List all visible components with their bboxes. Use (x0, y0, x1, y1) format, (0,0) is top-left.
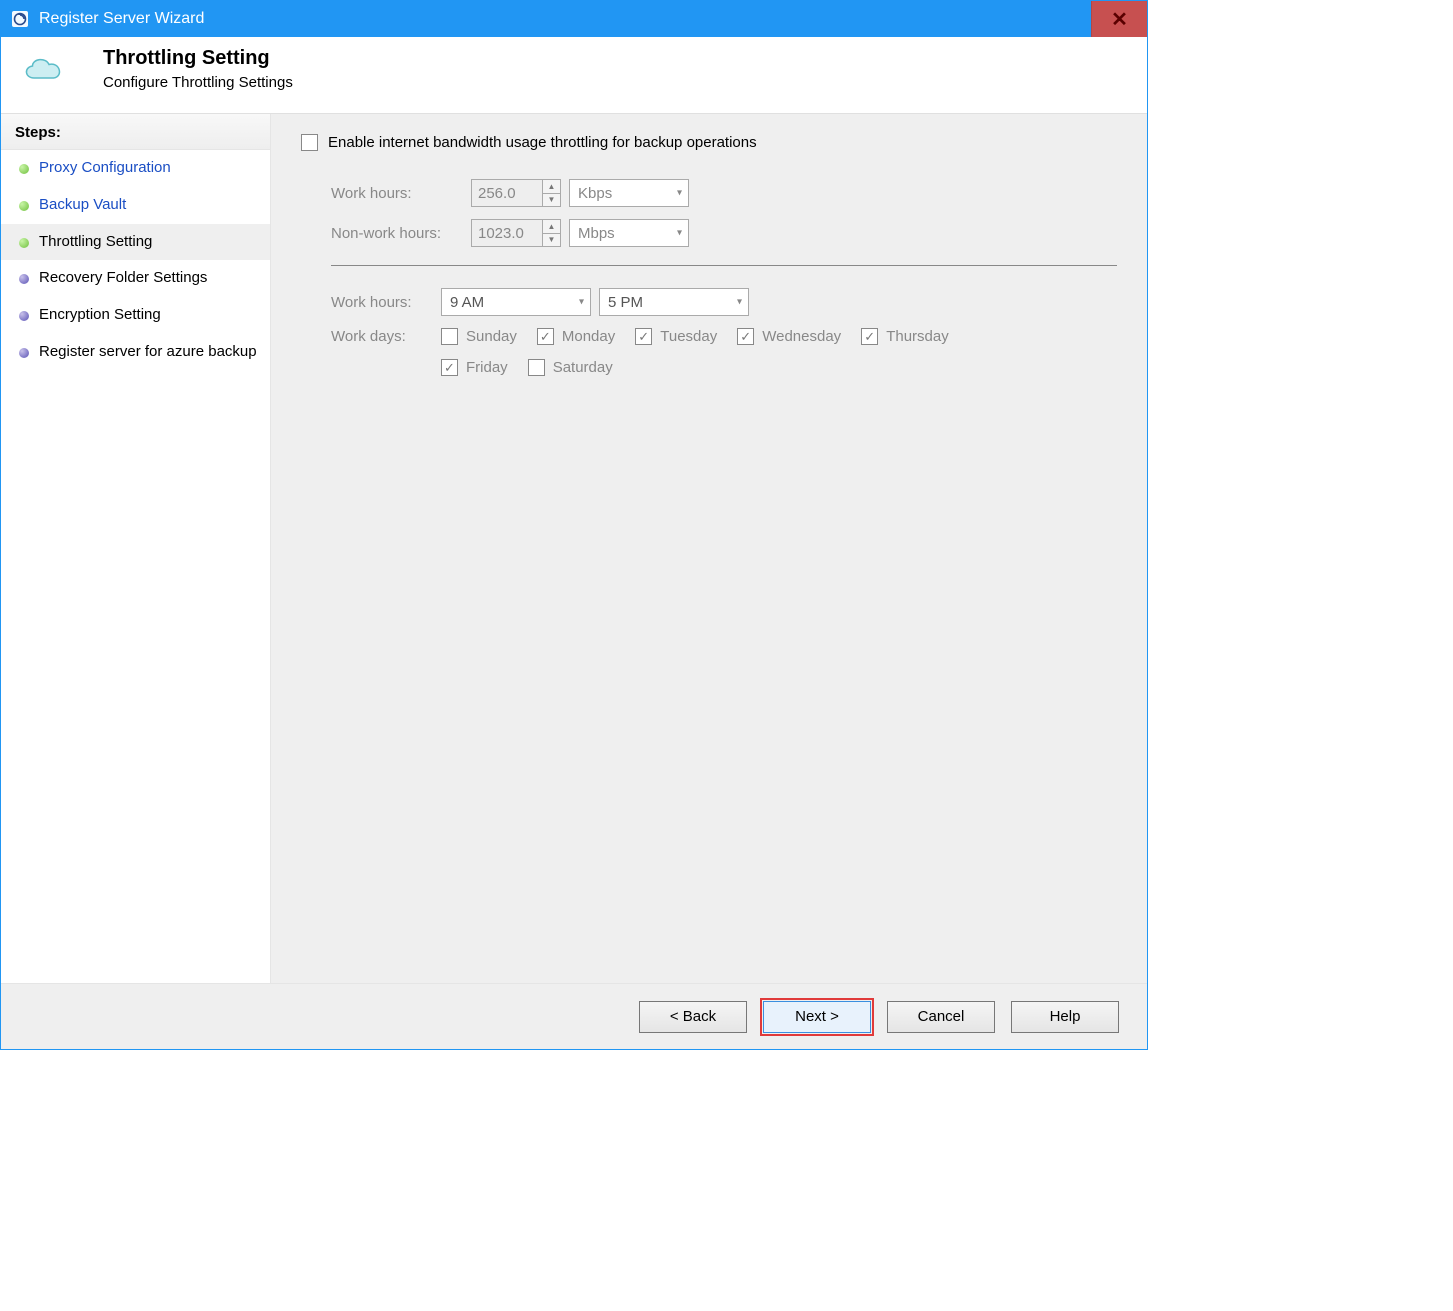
step-pending-icon (19, 274, 29, 284)
work-hours-bw-value: 256.0 (478, 185, 516, 202)
window-title: Register Server Wizard (39, 10, 1091, 28)
day-label: Monday (562, 328, 615, 345)
chevron-down-icon: ▾ (677, 228, 682, 239)
chevron-down-icon: ▾ (677, 188, 682, 199)
day-label: Sunday (466, 328, 517, 345)
step-label: Proxy Configuration (39, 159, 258, 178)
page-title: Throttling Setting (103, 47, 293, 70)
app-icon (11, 10, 29, 28)
title-bar: Register Server Wizard ✕ (1, 1, 1147, 37)
day-wednesday: Wednesday (737, 328, 841, 345)
spinner-icon[interactable]: ▲▼ (542, 220, 560, 246)
cloud-icon (19, 54, 67, 84)
work-hours-end-value: 5 PM (608, 294, 643, 311)
day-wednesday-checkbox[interactable] (737, 328, 754, 345)
day-friday: Friday (441, 359, 508, 376)
step-label: Recovery Folder Settings (39, 269, 258, 288)
work-hours-end-select[interactable]: 5 PM ▾ (599, 288, 749, 316)
day-tuesday-checkbox[interactable] (635, 328, 652, 345)
page-subtitle: Configure Throttling Settings (103, 74, 293, 91)
step-label: Throttling Setting (39, 233, 258, 252)
next-button[interactable]: Next > (763, 1001, 871, 1033)
day-saturday-checkbox[interactable] (528, 359, 545, 376)
divider (331, 265, 1117, 266)
close-button[interactable]: ✕ (1091, 1, 1147, 37)
step-label: Encryption Setting (39, 306, 258, 325)
day-label: Tuesday (660, 328, 717, 345)
enable-throttling-checkbox[interactable] (301, 134, 318, 151)
nonwork-hours-bw-label: Non-work hours: (331, 225, 471, 242)
wizard-window: Register Server Wizard ✕ Throttling Sett… (0, 0, 1148, 1050)
day-monday-checkbox[interactable] (537, 328, 554, 345)
step-register-server-for-azure-backup[interactable]: Register server for azure backup (1, 334, 270, 371)
chevron-down-icon: ▾ (737, 297, 742, 308)
enable-throttling-row: Enable internet bandwidth usage throttli… (301, 134, 1117, 151)
step-done-icon (19, 201, 29, 211)
step-backup-vault[interactable]: Backup Vault (1, 187, 270, 224)
close-icon: ✕ (1111, 7, 1128, 32)
throttling-options: Work hours: 256.0 ▲▼ Kbps ▾ Non-work hou… (331, 179, 1117, 376)
steps-sidebar: Steps: Proxy Configuration Backup Vault … (1, 114, 271, 983)
work-hours-time-label: Work hours: (331, 294, 441, 311)
nonwork-hours-bw-unit-select[interactable]: Mbps ▾ (569, 219, 689, 247)
work-days-row: Work days: Sunday Monday (331, 328, 1117, 376)
work-hours-start-select[interactable]: 9 AM ▾ (441, 288, 591, 316)
nonwork-hours-bw-input[interactable]: 1023.0 ▲▼ (471, 219, 561, 247)
enable-throttling-label: Enable internet bandwidth usage throttli… (328, 134, 757, 151)
step-current-icon (19, 238, 29, 248)
work-hours-bw-unit-select[interactable]: Kbps ▾ (569, 179, 689, 207)
work-hours-start-value: 9 AM (450, 294, 484, 311)
step-proxy-configuration[interactable]: Proxy Configuration (1, 150, 270, 187)
day-label: Saturday (553, 359, 613, 376)
work-hours-bw-input[interactable]: 256.0 ▲▼ (471, 179, 561, 207)
cancel-button[interactable]: Cancel (887, 1001, 995, 1033)
main-panel: Enable internet bandwidth usage throttli… (271, 114, 1147, 983)
day-friday-checkbox[interactable] (441, 359, 458, 376)
day-label: Thursday (886, 328, 949, 345)
page-header: Throttling Setting Configure Throttling … (1, 37, 1147, 113)
day-sunday-checkbox[interactable] (441, 328, 458, 345)
day-saturday: Saturday (528, 359, 613, 376)
step-pending-icon (19, 348, 29, 358)
spinner-icon[interactable]: ▲▼ (542, 180, 560, 206)
step-label: Backup Vault (39, 196, 258, 215)
nonwork-hours-bw-unit: Mbps (578, 225, 615, 242)
day-label: Friday (466, 359, 508, 376)
day-monday: Monday (537, 328, 615, 345)
body: Steps: Proxy Configuration Backup Vault … (1, 113, 1147, 983)
step-recovery-folder-settings[interactable]: Recovery Folder Settings (1, 260, 270, 297)
day-label: Wednesday (762, 328, 841, 345)
help-button[interactable]: Help (1011, 1001, 1119, 1033)
nonwork-hours-bw-value: 1023.0 (478, 225, 524, 242)
back-button[interactable]: < Back (639, 1001, 747, 1033)
work-hours-bw-unit: Kbps (578, 185, 612, 202)
work-hours-time-row: Work hours: 9 AM ▾ 5 PM ▾ (331, 288, 1117, 316)
day-sunday: Sunday (441, 328, 517, 345)
step-throttling-setting[interactable]: Throttling Setting (1, 224, 270, 261)
day-thursday-checkbox[interactable] (861, 328, 878, 345)
chevron-down-icon: ▾ (579, 297, 584, 308)
work-hours-bw-label: Work hours: (331, 185, 471, 202)
day-tuesday: Tuesday (635, 328, 717, 345)
nonwork-hours-bandwidth-row: Non-work hours: 1023.0 ▲▼ Mbps ▾ (331, 219, 1117, 247)
steps-header: Steps: (1, 114, 270, 150)
work-hours-bandwidth-row: Work hours: 256.0 ▲▼ Kbps ▾ (331, 179, 1117, 207)
work-days-label: Work days: (331, 328, 441, 345)
step-label: Register server for azure backup (39, 343, 258, 362)
day-thursday: Thursday (861, 328, 949, 345)
step-pending-icon (19, 311, 29, 321)
step-encryption-setting[interactable]: Encryption Setting (1, 297, 270, 334)
wizard-footer: < Back Next > Cancel Help (1, 983, 1147, 1049)
step-done-icon (19, 164, 29, 174)
